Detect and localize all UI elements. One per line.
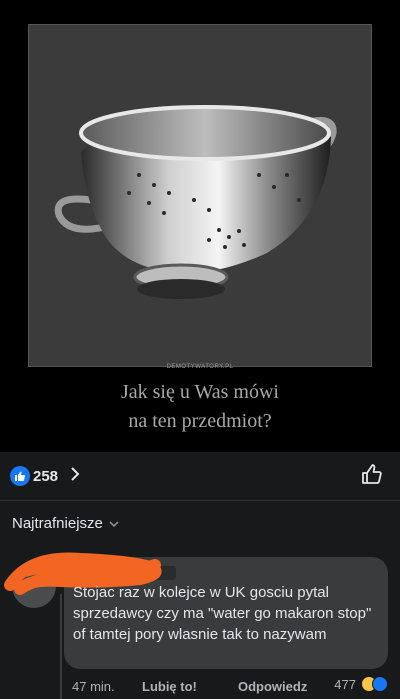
comment-sort-dropdown[interactable]: Najtrafniejsze: [12, 515, 119, 532]
comment-like-button[interactable]: Lubię to!: [142, 679, 238, 694]
comment-time[interactable]: 47 min.: [72, 679, 142, 694]
chevron-down-icon: [109, 515, 119, 532]
like-reaction-icon: [10, 466, 30, 486]
comment-reaction-count: 477: [334, 676, 356, 692]
chevron-right-icon[interactable]: [70, 466, 80, 487]
comment-actions: 47 min. Lubię to! Odpowiedz: [72, 676, 307, 696]
comment-reactions[interactable]: 477: [334, 676, 388, 692]
post-image[interactable]: DEMOTYWATORY.PL Jak się u Was mówi na te…: [0, 0, 400, 452]
caption-line-2: na ten przedmiot?: [128, 410, 272, 432]
watermark-text: DEMOTYWATORY.PL: [166, 364, 234, 370]
caption-line-1: Jak się u Was mówi: [120, 381, 279, 403]
sort-label: Najtrafniejsze: [12, 515, 103, 532]
colander-image: [54, 105, 337, 299]
comment-text: Stojac raz w kolejce w UK gosciu pytal s…: [73, 584, 372, 643]
reaction-count: 258: [33, 467, 59, 485]
comment-reply-button[interactable]: Odpowiedz: [238, 679, 307, 694]
like-reaction-icon: [372, 676, 388, 692]
like-button[interactable]: [360, 462, 384, 491]
thread-line: [60, 594, 62, 699]
thumbs-up-icon: [362, 464, 382, 484]
demotivator-picture: [28, 24, 372, 367]
divider: [0, 500, 400, 501]
reactions-summary[interactable]: 258: [10, 466, 80, 486]
